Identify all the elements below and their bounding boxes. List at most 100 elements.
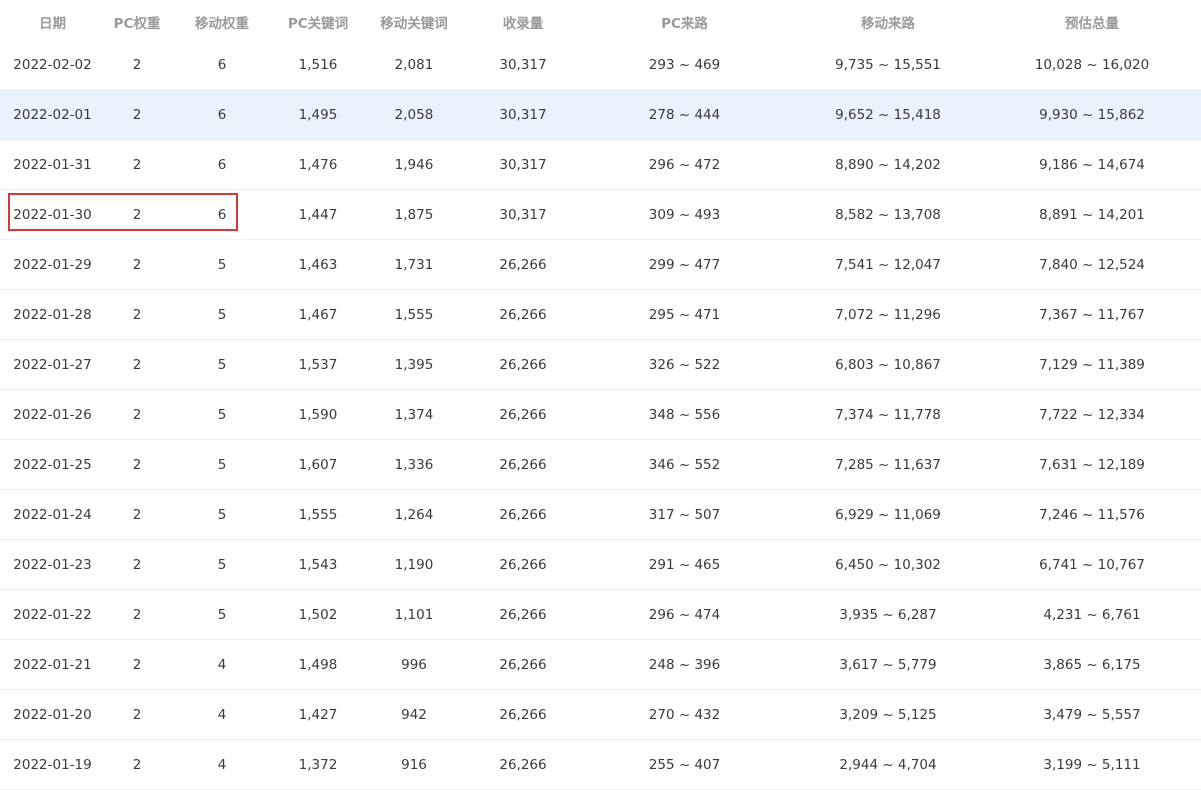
cell-pc-keywords: 1,516: [298, 56, 338, 73]
column-header-pc-weight[interactable]: PC权重: [105, 0, 169, 40]
cell-date: 2022-01-22: [13, 606, 92, 623]
cell-pc-source: 299 ~ 477: [648, 256, 721, 273]
table-row[interactable]: 2022-01-19 2 4 1,372 916 26,266 255 ~ 407 2,944…: [0, 740, 1201, 790]
cell-mobile-weight: 5: [217, 556, 227, 573]
column-header-pc-source[interactable]: PC来路: [579, 0, 790, 40]
cell-mobile-keywords: 942: [401, 706, 427, 723]
cell-indexed: 26,266: [499, 706, 547, 723]
cell-date: 2022-01-31: [13, 156, 92, 173]
cell-indexed: 26,266: [499, 406, 547, 423]
cell-mobile-keywords: 1,555: [394, 306, 434, 323]
cell-pc-keywords: 1,555: [298, 506, 338, 523]
table-row[interactable]: 2022-01-20 2 4 1,427 942 26,266 270 ~ 432 3,209…: [0, 690, 1201, 740]
cell-pc-source: 295 ~ 471: [648, 306, 721, 323]
cell-pc-source: 348 ~ 556: [648, 406, 721, 423]
cell-date: 2022-01-23: [13, 556, 92, 573]
cell-indexed: 26,266: [499, 606, 547, 623]
cell-mobile-weight: 4: [217, 656, 227, 673]
cell-mobile-source: 9,735 ~ 15,551: [835, 56, 941, 73]
cell-pc-keywords: 1,498: [298, 656, 338, 673]
cell-mobile-weight: 5: [217, 256, 227, 273]
cell-pc-weight: 2: [132, 706, 142, 723]
column-header-date[interactable]: 日期: [0, 0, 105, 40]
cell-estimated-total: 10,028 ~ 16,020: [1034, 56, 1150, 73]
cell-indexed: 30,317: [499, 206, 547, 223]
table-row[interactable]: 2022-01-27 2 5 1,537 1,395 26,266 326 ~ 522 6,8…: [0, 340, 1201, 390]
cell-mobile-keywords: 1,264: [394, 506, 434, 523]
cell-mobile-source: 3,209 ~ 5,125: [839, 706, 937, 723]
cell-indexed: 26,266: [499, 256, 547, 273]
cell-pc-keywords: 1,447: [298, 206, 338, 223]
table-row[interactable]: 2022-02-02 2 6 1,516 2,081 30,317 293 ~ 469 9,7…: [0, 40, 1201, 90]
cell-date: 2022-01-25: [13, 456, 92, 473]
table-row[interactable]: 2022-01-31 2 6 1,476 1,946 30,317 296 ~ 472 8,8…: [0, 140, 1201, 190]
cell-pc-source: 293 ~ 469: [648, 56, 721, 73]
cell-estimated-total: 7,631 ~ 12,189: [1039, 456, 1145, 473]
table-row[interactable]: 2022-01-28 2 5 1,467 1,555 26,266 295 ~ 471 7,0…: [0, 290, 1201, 340]
cell-date: 2022-01-21: [13, 656, 92, 673]
column-header-estimated-total[interactable]: 预估总量: [986, 0, 1198, 40]
cell-pc-keywords: 1,495: [298, 106, 338, 123]
cell-indexed: 26,266: [499, 556, 547, 573]
table-row[interactable]: 2022-01-24 2 5 1,555 1,264 26,266 317 ~ 507 6,9…: [0, 490, 1201, 540]
cell-indexed: 26,266: [499, 656, 547, 673]
cell-mobile-source: 6,929 ~ 11,069: [835, 506, 941, 523]
cell-pc-source: 346 ~ 552: [648, 456, 721, 473]
cell-pc-weight: 2: [132, 606, 142, 623]
cell-pc-source: 296 ~ 472: [648, 156, 721, 173]
cell-mobile-weight: 5: [217, 606, 227, 623]
cell-pc-source: 326 ~ 522: [648, 356, 721, 373]
history-data-table: 日期 PC权重 移动权重 PC关键词 移动关键词 收录量 PC来路 移动来路 预…: [0, 0, 1201, 790]
table-row[interactable]: 2022-01-21 2 4 1,498 996 26,266 248 ~ 396 3,617…: [0, 640, 1201, 690]
cell-date: 2022-01-27: [13, 356, 92, 373]
cell-pc-weight: 2: [132, 256, 142, 273]
cell-mobile-keywords: 1,946: [394, 156, 434, 173]
cell-estimated-total: 7,840 ~ 12,524: [1039, 256, 1145, 273]
column-header-pc-keywords[interactable]: PC关键词: [275, 0, 361, 40]
cell-date: 2022-02-02: [13, 56, 92, 73]
cell-estimated-total: 9,930 ~ 15,862: [1039, 106, 1145, 123]
cell-mobile-source: 7,285 ~ 11,637: [835, 456, 941, 473]
cell-indexed: 26,266: [499, 506, 547, 523]
cell-mobile-source: 6,450 ~ 10,302: [835, 556, 941, 573]
cell-mobile-source: 3,617 ~ 5,779: [839, 656, 937, 673]
cell-pc-source: 291 ~ 465: [648, 556, 721, 573]
column-header-mobile-weight[interactable]: 移动权重: [169, 0, 275, 40]
table-row[interactable]: 2022-01-26 2 5 1,590 1,374 26,266 348 ~ 556 7,3…: [0, 390, 1201, 440]
cell-pc-weight: 2: [132, 556, 142, 573]
cell-mobile-source: 9,652 ~ 15,418: [835, 106, 941, 123]
cell-pc-source: 296 ~ 474: [648, 606, 721, 623]
table-row[interactable]: 2022-01-25 2 5 1,607 1,336 26,266 346 ~ 552 7,2…: [0, 440, 1201, 490]
table-row[interactable]: 2022-01-23 2 5 1,543 1,190 26,266 291 ~ 465 6,4…: [0, 540, 1201, 590]
cell-estimated-total: 3,865 ~ 6,175: [1043, 656, 1141, 673]
cell-date: 2022-01-20: [13, 706, 92, 723]
cell-mobile-source: 7,541 ~ 12,047: [835, 256, 941, 273]
cell-mobile-weight: 6: [217, 106, 227, 123]
column-header-mobile-keywords[interactable]: 移动关键词: [361, 0, 467, 40]
cell-indexed: 26,266: [499, 356, 547, 373]
cell-estimated-total: 8,891 ~ 14,201: [1039, 206, 1145, 223]
table-row[interactable]: 2022-01-22 2 5 1,502 1,101 26,266 296 ~ 474 3,9…: [0, 590, 1201, 640]
cell-mobile-weight: 5: [217, 506, 227, 523]
table-row[interactable]: 2022-01-30 2 6 1,447 1,875 30,317 309 ~ 493 8,5…: [0, 190, 1201, 240]
cell-mobile-weight: 6: [217, 156, 227, 173]
cell-mobile-weight: 6: [217, 206, 227, 223]
column-header-indexed[interactable]: 收录量: [467, 0, 579, 40]
table-row[interactable]: 2022-02-01 2 6 1,495 2,058 30,317 278 ~ 444 9,6…: [0, 90, 1201, 140]
cell-estimated-total: 4,231 ~ 6,761: [1043, 606, 1141, 623]
table-header: 日期 PC权重 移动权重 PC关键词 移动关键词 收录量 PC来路 移动来路 预…: [0, 0, 1201, 40]
cell-mobile-source: 6,803 ~ 10,867: [835, 356, 941, 373]
cell-indexed: 26,266: [499, 456, 547, 473]
cell-pc-keywords: 1,590: [298, 406, 338, 423]
cell-pc-keywords: 1,463: [298, 256, 338, 273]
cell-pc-weight: 2: [132, 56, 142, 73]
cell-mobile-weight: 4: [217, 706, 227, 723]
cell-mobile-weight: 6: [217, 56, 227, 73]
cell-mobile-source: 3,935 ~ 6,287: [839, 606, 937, 623]
cell-estimated-total: 7,722 ~ 12,334: [1039, 406, 1145, 423]
cell-date: 2022-01-24: [13, 506, 92, 523]
cell-pc-source: 270 ~ 432: [648, 706, 721, 723]
cell-mobile-keywords: 1,101: [394, 606, 434, 623]
column-header-mobile-source[interactable]: 移动来路: [790, 0, 986, 40]
table-row[interactable]: 2022-01-29 2 5 1,463 1,731 26,266 299 ~ 477 7,5…: [0, 240, 1201, 290]
